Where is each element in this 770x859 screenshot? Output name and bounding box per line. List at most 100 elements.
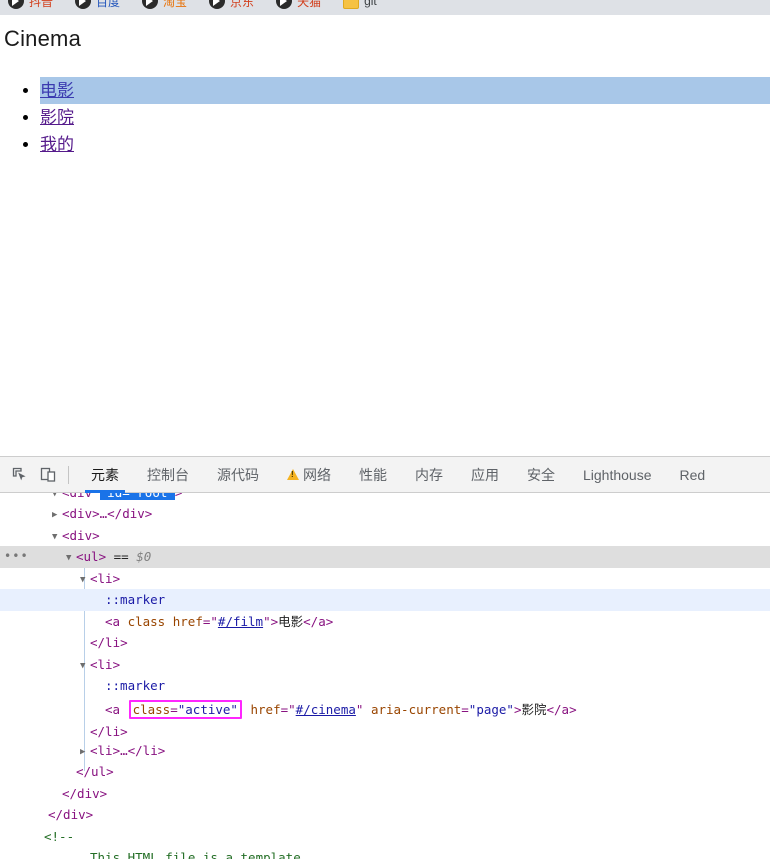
video-site-icon	[75, 0, 92, 9]
tab-network[interactable]: 网络	[273, 457, 345, 493]
dom-row[interactable]: ▶ <div>…</div>	[0, 503, 770, 525]
bookmark-label: 抖音	[29, 0, 54, 9]
tab-label: 元素	[91, 466, 119, 483]
tab-label: Lighthouse	[583, 466, 652, 483]
tab-label: 内存	[415, 466, 443, 483]
list-item[interactable]: 电影	[40, 77, 770, 104]
dom-row[interactable]: ▼<div id="root">	[0, 493, 770, 503]
list-item[interactable]: 我的	[40, 131, 770, 158]
bookmark-label: 京东	[230, 0, 255, 9]
collapse-triangle-icon: ▼	[80, 574, 86, 585]
bookmark-item[interactable]: 百度	[75, 0, 120, 10]
dom-tree[interactable]: ▼<div id="root"> ▶<div>…</div> ▼<div> ••…	[0, 493, 770, 859]
tab-console[interactable]: 控制台	[133, 457, 203, 493]
dom-row-text: ▼ <li>	[80, 568, 120, 592]
tab-performance[interactable]: 性能	[345, 457, 401, 493]
video-site-icon	[8, 0, 24, 9]
dom-row[interactable]: ▼ <li>	[0, 568, 770, 590]
dom-row[interactable]: ▶ <li>…</li>	[0, 740, 770, 762]
tab-label: Red	[679, 466, 706, 483]
tab-label: 控制台	[147, 466, 189, 483]
toolbar-separator	[68, 465, 69, 484]
tab-label: 性能	[359, 466, 387, 483]
devtools-tabs: 元素 控制台 源代码 网络 性能 内存 应用 安全	[77, 457, 770, 493]
dom-row-text: </div>	[48, 807, 94, 822]
folder-icon	[343, 0, 360, 9]
list-item[interactable]: 影院	[40, 104, 770, 131]
href-link[interactable]: #/film	[218, 614, 263, 629]
dom-row[interactable]: <!--	[0, 826, 770, 848]
video-site-icon	[276, 0, 293, 9]
bookmark-label: 百度	[96, 0, 121, 9]
bookmarks-bar: 抖音 百度 淘宝 京东 天猫 git	[0, 0, 770, 15]
tab-label: 安全	[527, 466, 555, 483]
dom-row[interactable]: <a class="active" href="#/cinema" aria-c…	[0, 697, 770, 721]
dom-row-text: ▼ <li>	[80, 654, 120, 678]
bookmark-item[interactable]: 淘宝	[142, 0, 187, 10]
highlighted-attribute[interactable]: class="active"	[128, 699, 242, 719]
href-link[interactable]: #/cinema	[296, 702, 356, 717]
dom-row[interactable]: </li>	[0, 632, 770, 654]
devtools-panel: 元素 控制台 源代码 网络 性能 内存 应用 安全	[0, 456, 770, 859]
dom-row[interactable]: ▼ <div>	[0, 525, 770, 547]
dom-row-text: This HTML file is a template.	[90, 850, 309, 859]
dom-row-text: ::marker	[105, 678, 166, 693]
dom-row-text: </div>	[62, 785, 108, 801]
page-title: Cinema	[4, 26, 82, 51]
dom-row-text: ▶ <li>…</li>	[80, 740, 165, 764]
devtools-toolbar: 元素 控制台 源代码 网络 性能 内存 应用 安全	[0, 457, 770, 493]
video-site-icon	[142, 0, 159, 9]
tab-elements[interactable]: 元素	[77, 457, 133, 493]
dom-row[interactable]: This HTML file is a template.	[0, 847, 770, 859]
nav-link-film[interactable]: 电影	[40, 81, 74, 100]
device-toolbar-icon[interactable]	[34, 461, 62, 489]
dom-row-text: </ul>	[76, 764, 114, 779]
bookmark-label: 淘宝	[163, 0, 188, 9]
bookmark-item[interactable]: 京东	[209, 0, 254, 10]
dom-row-text: ▼ <ul> == $0	[66, 546, 151, 570]
tab-label: 应用	[471, 466, 499, 483]
dom-row-text: ▼ <div>	[52, 525, 100, 549]
dom-row[interactable]: <a class href="#/film">电影</a>	[0, 611, 770, 633]
dom-row-text: <!--	[44, 828, 75, 844]
dom-row[interactable]: ▼ <li>	[0, 654, 770, 676]
nav-link-cinema[interactable]: 影院	[40, 108, 74, 127]
expand-triangle-icon: ▶	[80, 746, 86, 757]
tab-security[interactable]: 安全	[513, 457, 569, 493]
warning-icon	[287, 469, 299, 480]
tab-application[interactable]: 应用	[457, 457, 513, 493]
tab-memory[interactable]: 内存	[401, 457, 457, 493]
collapse-triangle-icon: ▼	[52, 531, 58, 542]
dom-row-text: ▶ <div>…</div>	[52, 503, 152, 527]
bookmark-label: 天猫	[297, 0, 322, 9]
expand-triangle-icon: ▶	[52, 510, 58, 520]
nav-link-mine[interactable]: 我的	[40, 135, 74, 154]
tab-lighthouse[interactable]: Lighthouse	[569, 457, 666, 493]
collapse-triangle-icon: ▼	[80, 660, 86, 671]
dom-row-text: <a class="active" href="#/cinema" aria-c…	[105, 699, 577, 719]
dom-row[interactable]: </ul>	[0, 761, 770, 783]
tab-sources[interactable]: 源代码	[203, 457, 273, 493]
collapse-triangle-icon: ▼	[66, 553, 72, 563]
dom-row-text: <a class href="#/film">电影</a>	[105, 613, 334, 629]
inspect-element-icon[interactable]	[6, 461, 34, 489]
dom-row-text: </li>	[90, 635, 128, 650]
tab-label: 源代码	[217, 466, 259, 483]
dom-row-text: ::marker	[105, 592, 166, 607]
dom-row[interactable]: </div>	[0, 804, 770, 826]
dom-row[interactable]: </div>	[0, 783, 770, 805]
dom-row-selected[interactable]: ••• ▼ <ul> == $0	[0, 546, 770, 568]
bookmark-item[interactable]: 抖音	[8, 0, 53, 10]
tab-redux[interactable]: Red	[666, 457, 720, 493]
video-site-icon	[209, 0, 226, 9]
dom-row[interactable]: </li>	[0, 721, 770, 740]
bookmark-label: git	[364, 0, 377, 8]
nav-list: 电影 影院 我的	[0, 77, 770, 158]
more-options-badge[interactable]: •••	[4, 546, 29, 568]
dom-row-marker[interactable]: ::marker	[0, 589, 770, 611]
page-viewport: Cinema 电影 影院 我的	[0, 15, 770, 456]
bookmark-item[interactable]: 天猫	[276, 0, 321, 10]
tab-label: 网络	[303, 466, 331, 483]
bookmark-folder[interactable]: git	[343, 0, 377, 9]
dom-row[interactable]: ::marker	[0, 675, 770, 697]
